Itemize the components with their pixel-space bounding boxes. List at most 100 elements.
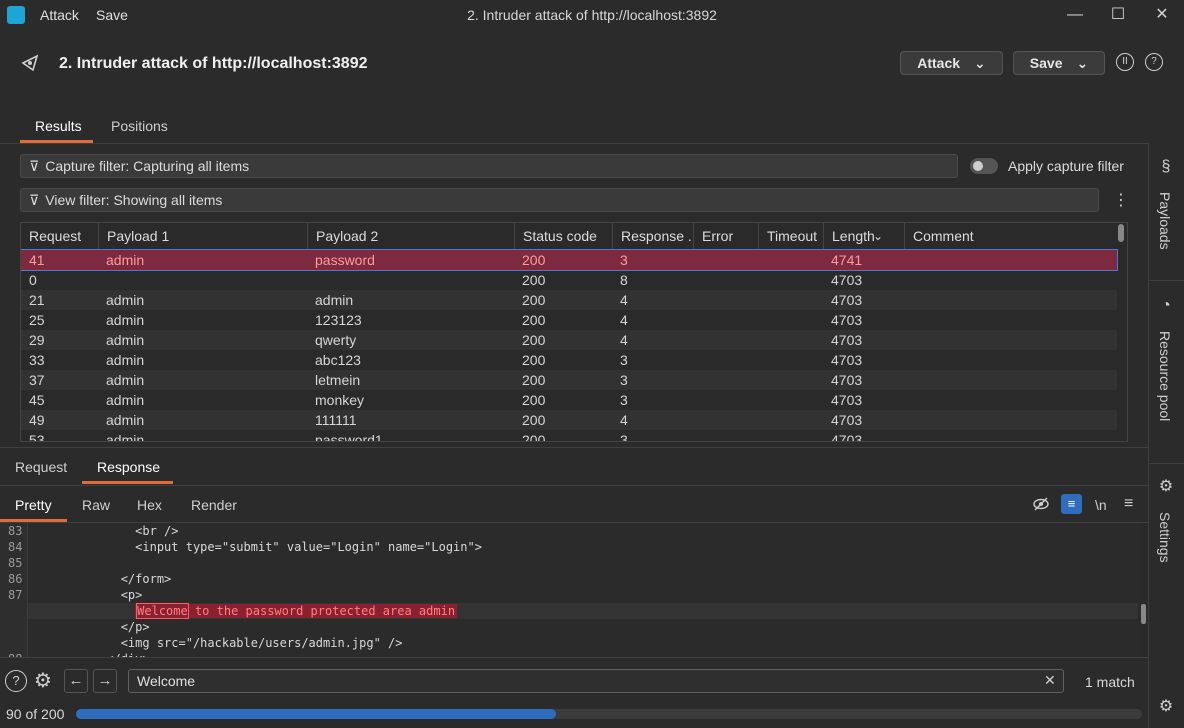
table-row[interactable]: 45 admin monkey 200 3 4703 [21,390,1117,410]
tab-render[interactable]: Render [191,497,237,513]
table-cell: 4703 [831,352,863,368]
maximize-button[interactable]: ☐ [1106,4,1130,26]
column-header[interactable]: Request [21,223,98,250]
newline-toggle[interactable]: \n [1095,497,1107,513]
column-header[interactable]: Response ... [612,223,693,250]
table-cell: 4741 [831,252,863,268]
sidebar-item-settings[interactable]: Settings [1157,512,1173,563]
tab-pretty[interactable]: Pretty [15,497,52,513]
chevron-down-icon: ⌄ [1076,54,1089,71]
table-cell: 200 [522,352,546,368]
tab-hex[interactable]: Hex [137,497,162,513]
sidebar-item-resource-pool[interactable]: Resource pool [1157,331,1173,421]
help-icon[interactable]: ? [5,670,27,692]
tab-results[interactable]: Results [35,118,82,134]
gear-icon[interactable]: ⚙ [34,668,52,693]
table-row[interactable]: 21 admin admin 200 4 4703 [21,290,1117,310]
table-cell: admin [106,432,145,442]
gear-icon[interactable]: ⚙ [1157,698,1175,716]
column-header[interactable]: Status code [514,223,612,250]
table-row[interactable]: 53 admin password1 200 3 4703 [21,430,1117,442]
table-row[interactable]: 33 admin abc123 200 3 4703 [21,350,1117,370]
attack-button[interactable]: Attack ⌄ [900,51,1003,75]
line-number: 85 [8,556,23,570]
table-row[interactable]: 0 200 8 4703 [21,270,1117,290]
table-cell: 4 [620,412,628,428]
resource-pool-icon[interactable]: ◔ [1157,297,1175,315]
column-header[interactable]: Payload 2 [307,223,514,250]
previous-match-button[interactable]: ← [64,669,88,693]
match-count: 1 match [1085,674,1135,690]
column-header[interactable]: Error [693,223,758,250]
table-scrollbar[interactable] [1118,224,1124,242]
tab-response[interactable]: Response [97,459,160,475]
table-cell [904,330,1117,350]
table-cell: 200 [522,412,546,428]
results-table: Request Payload 1 Payload 2 Status code Resp… [20,222,1128,442]
table-cell: 4 [620,312,628,328]
editor-scroll-thumb[interactable] [1141,604,1146,624]
tab-raw[interactable]: Raw [82,497,110,513]
pause-icon[interactable]: II [1116,53,1134,71]
code-line: <img src="/hackable/users/admin.jpg" /> [120,636,403,650]
table-cell: 3 [620,252,628,268]
clear-search-icon[interactable]: ✕ [1044,672,1056,689]
table-cell: 4703 [831,372,863,388]
table-cell [693,350,758,370]
table-cell: admin [106,332,145,348]
search-input[interactable] [128,669,1064,693]
divider [1148,280,1184,281]
help-icon[interactable]: ? [1145,53,1163,71]
close-window-button[interactable]: ✕ [1150,4,1174,26]
table-cell [758,430,823,441]
table-row[interactable]: 37 admin letmein 200 3 4703 [21,370,1117,390]
table-cell [904,350,1117,370]
table-cell [758,330,823,350]
table-cell: admin [106,372,145,388]
table-cell: 3 [620,372,628,388]
table-row[interactable]: 29 admin qwerty 200 4 4703 [21,330,1117,350]
table-cell [758,350,823,370]
wrap-lines-icon[interactable]: ≡ [1061,494,1082,514]
tab-request[interactable]: Request [15,459,67,475]
table-cell [98,270,307,290]
line-number: 86 [8,572,23,586]
response-editor[interactable]: 83 <br /> 84 <input type="submit" value="… [0,523,1140,657]
divider [0,485,1148,486]
table-cell: 37 [29,372,45,388]
capture-filter-bar[interactable]: ⊽ Capture filter: Capturing all items [20,154,958,178]
sidebar-item-payloads[interactable]: Payloads [1157,192,1173,250]
chevron-down-icon: ⌄ [974,54,986,71]
hide-eye-icon[interactable] [1032,495,1050,513]
table-cell: admin [106,312,145,328]
table-cell: admin [106,392,145,408]
tab-positions[interactable]: Positions [111,118,168,134]
table-row[interactable]: 49 admin 111111 200 4 4703 [21,410,1117,430]
table-cell [693,430,758,441]
menu-icon[interactable]: ≡ [1124,495,1133,513]
more-options-icon[interactable]: ⋮ [1113,190,1129,210]
column-header[interactable]: Payload 1 [98,223,307,250]
view-filter-bar[interactable]: ⊽ View filter: Showing all items [20,188,1099,212]
editor-scrollbar[interactable] [1140,523,1148,657]
payloads-icon[interactable]: § [1157,158,1175,176]
table-cell [904,370,1117,390]
table-header: Request Payload 1 Payload 2 Status code Resp… [21,223,1117,250]
table-cell: 200 [522,372,546,388]
table-cell [758,310,823,330]
table-cell [693,270,758,290]
table-row[interactable]: 25 admin 123123 200 4 4703 [21,310,1117,330]
next-match-button[interactable]: → [93,669,117,693]
table-cell: 53 [29,432,45,442]
intruder-target-icon [21,54,39,72]
table-cell: 21 [29,292,45,308]
table-cell: 4703 [831,312,863,328]
column-header[interactable]: Comment [904,223,1117,250]
settings-gear-icon[interactable]: ⚙ [1157,478,1175,496]
column-header[interactable]: Timeout [758,223,823,250]
table-cell: 4 [620,292,628,308]
table-row[interactable]: 41 admin password 200 3 4741 [21,249,1118,271]
minimize-button[interactable]: — [1063,4,1087,26]
save-button[interactable]: Save ⌄ [1013,51,1105,75]
column-header[interactable]: Length [823,223,904,250]
